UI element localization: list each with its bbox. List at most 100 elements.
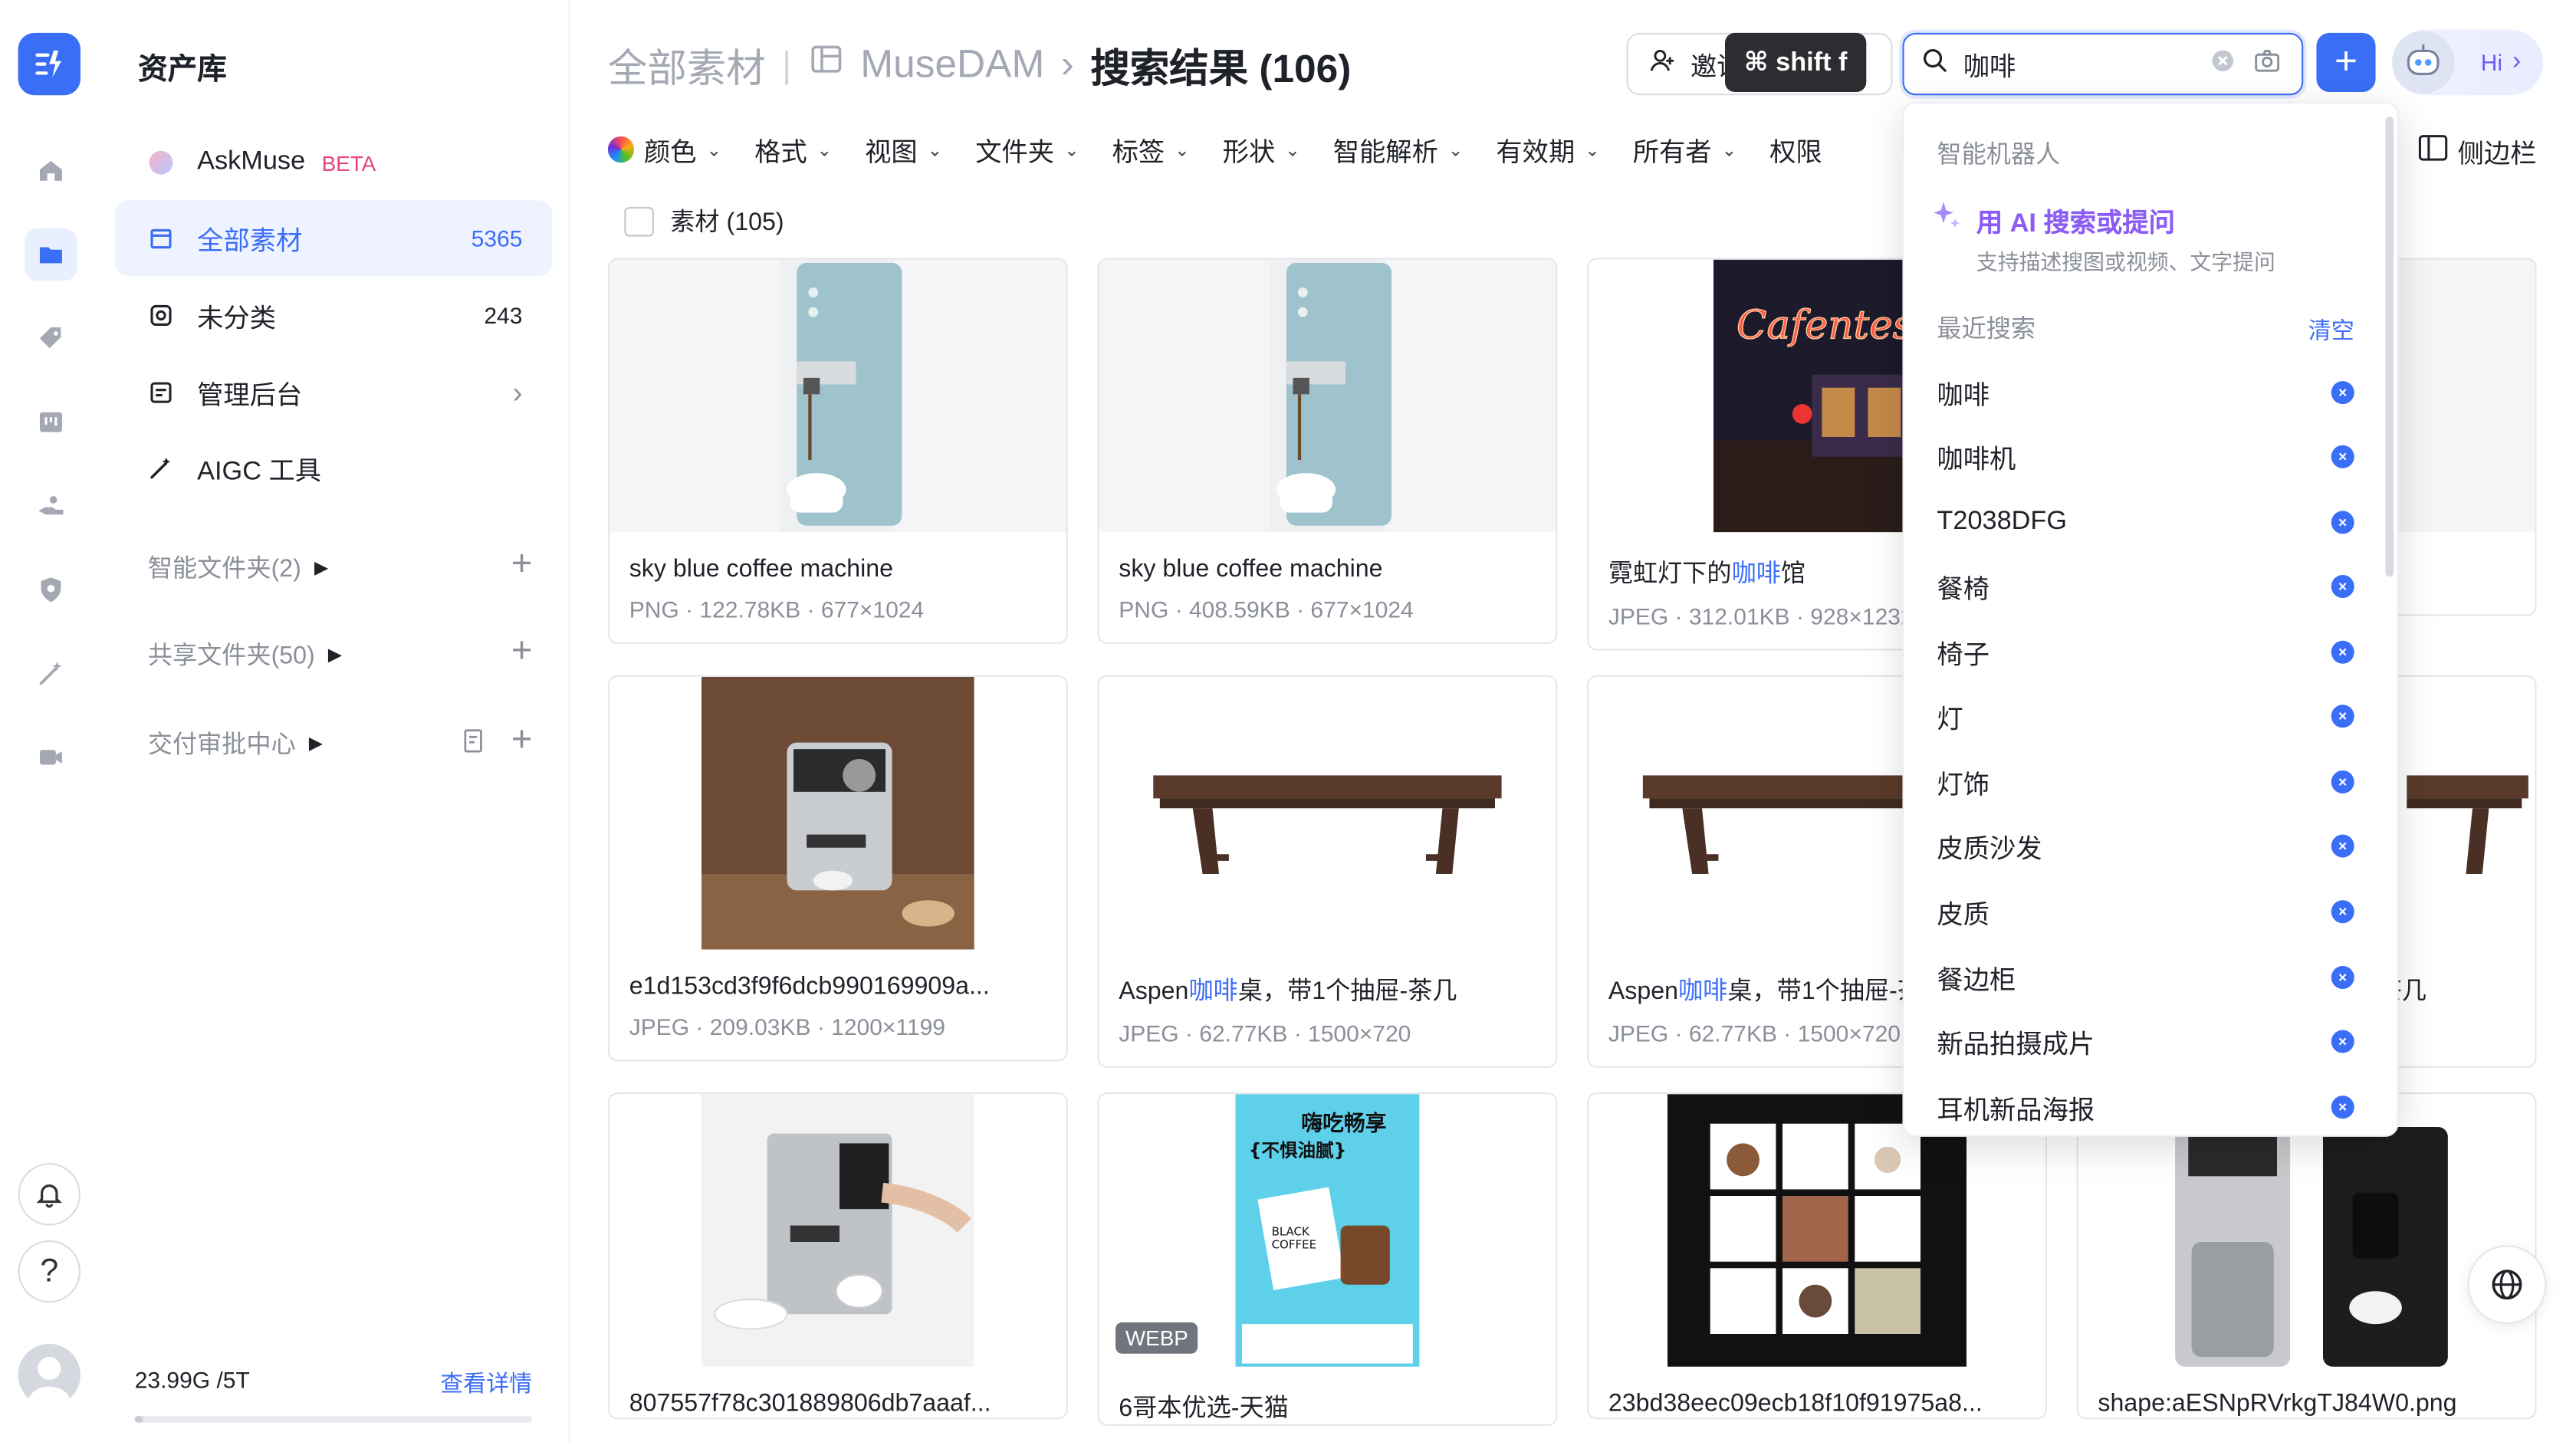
shared-folders-group[interactable]: 共享文件夹(50) ▶ (148, 637, 342, 672)
asset-name-highlight: 咖啡 (1188, 977, 1238, 1006)
add-approval-button[interactable]: + (511, 718, 533, 760)
bell-icon[interactable] (18, 1163, 81, 1226)
asset-name: e1d153cd3f9f6dcb990169909a... (629, 972, 990, 1000)
filter-smart-analysis[interactable]: 智能解析 ⌄ (1333, 130, 1464, 169)
share-hand-icon[interactable] (25, 480, 77, 533)
remove-icon[interactable]: × (2331, 770, 2354, 793)
sidebar-item-aigc[interactable]: AIGC 工具 (115, 430, 552, 506)
recent-search-item[interactable]: 耳机新品海报 × (1904, 1074, 2397, 1135)
recent-search-item[interactable]: 咖啡 × (1904, 360, 2397, 425)
asset-card[interactable]: 807557f78c301889806db7aaaf... (607, 1092, 1068, 1420)
sidebar-item-uncategorized[interactable]: 未分类 243 (115, 278, 552, 353)
home-icon[interactable] (25, 145, 77, 198)
recent-search-item[interactable]: 皮质沙发 × (1904, 813, 2397, 879)
asset-card[interactable]: e1d153cd3f9f6dcb990169909a... JPEG · 209… (607, 675, 1068, 1062)
add-shared-folder-button[interactable]: + (511, 629, 533, 672)
tag-icon[interactable] (25, 312, 77, 365)
remove-icon[interactable]: × (2331, 834, 2354, 858)
remove-icon[interactable]: × (2331, 640, 2354, 664)
recent-search-label: 餐边柜 (1937, 967, 2016, 996)
recent-search-item[interactable]: 咖啡机 × (1904, 424, 2397, 490)
sidebar-item-admin[interactable]: 管理后台 › (115, 355, 552, 431)
remove-icon[interactable]: × (2331, 900, 2354, 924)
sidebar-item-count: 243 (484, 302, 523, 329)
filter-owner[interactable]: 所有者 ⌄ (1633, 130, 1737, 169)
avatar[interactable] (18, 1343, 81, 1407)
storage-usage: 23.99G /5T (134, 1366, 250, 1394)
filter-format[interactable]: 格式 ⌄ (754, 130, 832, 169)
asset-card[interactable]: 23bd38eec09ecb18f10f91975a8... (1587, 1092, 2047, 1420)
video-icon[interactable] (25, 731, 77, 784)
asset-card[interactable]: Aspen咖啡桌，带1个抽屉-茶几 JPEG · 62.77KB · 1500×… (1097, 675, 1558, 1068)
sidebar-toggle-button[interactable]: 侧边栏 (2418, 131, 2537, 170)
recent-search-item[interactable]: 椅子 × (1904, 619, 2397, 685)
board-icon[interactable] (25, 396, 77, 448)
recent-search-item[interactable]: 餐边柜 × (1904, 944, 2397, 1010)
ai-search-option[interactable]: 用 AI 搜索或提问 (1930, 199, 2175, 240)
remove-icon[interactable]: × (2331, 1095, 2354, 1119)
breadcrumb-root[interactable]: 全部素材 (608, 36, 766, 94)
expand-triangle-icon: ▶ (327, 645, 343, 665)
filter-permission[interactable]: 权限 (1769, 130, 1822, 169)
help-icon[interactable]: ? (18, 1240, 81, 1303)
add-button[interactable]: + (2316, 32, 2376, 92)
app-logo-icon[interactable] (18, 32, 81, 96)
remove-icon[interactable]: × (2331, 705, 2354, 728)
dropdown-scrollbar[interactable] (2385, 117, 2394, 577)
search-input[interactable]: 咖啡 (1902, 32, 2304, 96)
camera-search-icon[interactable] (2252, 45, 2282, 83)
globe-language-icon[interactable] (2467, 1245, 2547, 1325)
clear-recent-button[interactable]: 清空 (2308, 314, 2354, 347)
asset-thumbnail (610, 259, 1066, 533)
storage-details-link[interactable]: 查看详情 (440, 1367, 532, 1400)
remove-icon[interactable]: × (2331, 575, 2354, 598)
sidebar-item-all-assets[interactable]: 全部素材 5365 (115, 200, 552, 276)
asset-thumbnail (1099, 676, 1556, 950)
folder-icon[interactable] (25, 228, 77, 281)
select-all-checkbox[interactable] (624, 205, 654, 236)
sidebar-item-askmuse[interactable]: AskMuse BETA (115, 125, 552, 201)
filter-color[interactable]: 颜色 ⌄ (607, 130, 721, 169)
asset-card[interactable]: sky blue coffee machine PNG · 122.78KB ·… (607, 258, 1068, 644)
remove-icon[interactable]: × (2331, 1030, 2354, 1053)
chevron-down-icon: ⌄ (927, 140, 943, 160)
remove-icon[interactable]: × (2331, 966, 2354, 989)
search-value[interactable]: 咖啡 (1963, 44, 2210, 84)
filter-folder[interactable]: 文件夹 ⌄ (975, 130, 1079, 169)
magic-wand-icon[interactable] (25, 647, 77, 700)
approval-center-group[interactable]: 交付审批中心 ▶ (148, 726, 323, 760)
chevron-down-icon: ⌄ (1175, 140, 1190, 160)
clear-search-icon[interactable] (2210, 47, 2236, 81)
storage-bar (134, 1416, 533, 1423)
recent-search-item[interactable]: 灯饰 × (1904, 749, 2397, 815)
asset-card[interactable]: 嗨吃畅享 {不惧油腻} BLACK COFFEE WEBP 6哥本优选-天猫 (1097, 1092, 1558, 1426)
hi-assistant-button[interactable]: Hi › (2392, 29, 2544, 96)
asset-card[interactable]: shape:aESNpRVrkgTJ84W0.png (2076, 1092, 2537, 1420)
filter-validity[interactable]: 有效期 ⌄ (1496, 130, 1600, 169)
filter-view[interactable]: 视图 ⌄ (865, 130, 942, 169)
recent-search-item[interactable]: 灯 × (1904, 683, 2397, 749)
remove-icon[interactable]: × (2331, 381, 2354, 405)
shortcut-tooltip: ⌘ shift f (1725, 32, 1867, 92)
breadcrumb-library[interactable]: MuseDAM (860, 42, 1044, 88)
remove-icon[interactable]: × (2331, 511, 2354, 534)
audit-icon[interactable] (25, 563, 77, 616)
approval-doc-icon[interactable] (460, 728, 486, 762)
chevron-right-icon: › (512, 375, 523, 409)
asset-card[interactable]: sky blue coffee machine PNG · 408.59KB ·… (1097, 258, 1558, 644)
remove-icon[interactable]: × (2331, 445, 2354, 468)
add-smart-folder-button[interactable]: + (511, 542, 533, 585)
smart-folders-group[interactable]: 智能文件夹(2) ▶ (148, 550, 328, 585)
recent-search-item[interactable]: 餐椅 × (1904, 553, 2397, 619)
asset-thumbnail: 嗨吃畅享 {不惧油腻} BLACK COFFEE WEBP (1099, 1094, 1556, 1367)
filter-shape[interactable]: 形状 ⌄ (1223, 130, 1300, 169)
filter-tag[interactable]: 标签 ⌄ (1112, 130, 1190, 169)
select-all[interactable]: 素材 (105) (624, 204, 784, 238)
sidebar-item-label: AskMuse (197, 147, 306, 176)
recent-search-item[interactable]: 新品拍摄成片 × (1904, 1009, 2397, 1075)
main-area: 全部素材 | MuseDAM › 搜索结果 (106) 邀请 ⌘ shift f… (568, 0, 2576, 1442)
asset-name: 23bd38eec09ecb18f10f91975a8... (1608, 1389, 1983, 1418)
asset-meta: PNG · 122.78KB · 677×1024 (629, 596, 925, 623)
recent-search-item[interactable]: T2038DFG × (1904, 490, 2397, 556)
recent-search-item[interactable]: 皮质 × (1904, 879, 2397, 944)
